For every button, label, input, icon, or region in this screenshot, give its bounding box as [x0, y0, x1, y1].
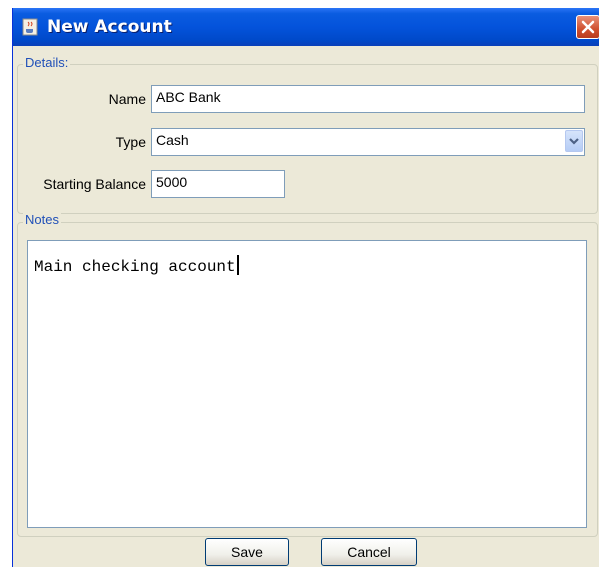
- text-caret: [236, 255, 239, 275]
- close-button[interactable]: [576, 15, 599, 39]
- name-field[interactable]: ABC Bank: [151, 85, 585, 113]
- window-title: New Account: [47, 17, 172, 37]
- starting-balance-field[interactable]: 5000: [151, 170, 285, 198]
- cancel-button[interactable]: Cancel: [321, 538, 417, 566]
- save-button[interactable]: Save: [205, 538, 289, 566]
- close-icon: [581, 20, 595, 34]
- notes-text: Main checking account: [34, 258, 236, 276]
- name-label: Name: [108, 91, 146, 107]
- new-account-dialog: New Account Details: Name ABC Bank Type …: [12, 8, 599, 567]
- type-select[interactable]: Cash: [151, 128, 585, 156]
- type-selected-value: Cash: [156, 132, 189, 148]
- notes-legend: Notes: [23, 212, 61, 227]
- type-label: Type: [115, 134, 146, 150]
- java-cup-icon: [22, 18, 38, 36]
- chevron-down-icon: [569, 138, 579, 145]
- notes-textarea[interactable]: Main checking account: [27, 240, 587, 528]
- details-legend: Details:: [23, 55, 71, 70]
- title-bar[interactable]: New Account: [13, 8, 599, 46]
- dropdown-button[interactable]: [565, 130, 583, 152]
- starting-balance-label: Starting Balance: [43, 176, 146, 192]
